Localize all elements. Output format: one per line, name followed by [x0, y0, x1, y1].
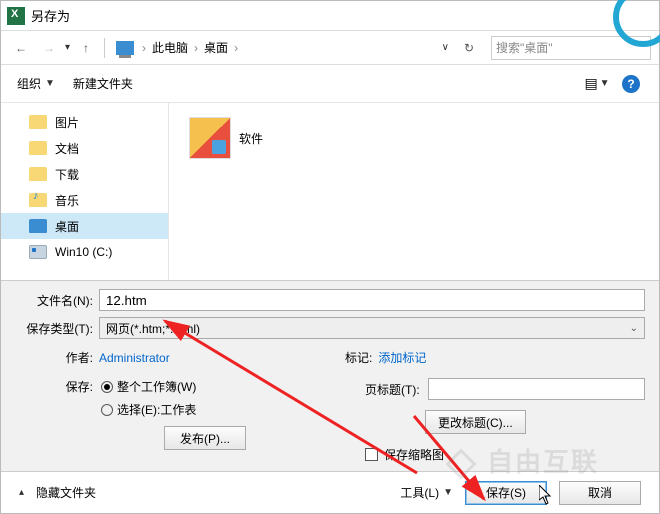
help-icon: ?	[622, 75, 640, 93]
tags-value[interactable]: 添加标记	[378, 349, 426, 366]
desktop-folder-icon	[29, 219, 47, 233]
file-item-label: 软件	[239, 130, 263, 147]
page-title-label: 页标题(T):	[365, 381, 420, 398]
breadcrumb-this-pc[interactable]: 此电脑	[148, 39, 192, 56]
search-placeholder: 搜索"桌面"	[496, 39, 553, 56]
filetype-label: 保存类型(T):	[15, 320, 93, 337]
sidebar-item-drive-c[interactable]: Win10 (C:)	[1, 239, 168, 265]
file-item-software[interactable]: 软件	[185, 113, 267, 163]
filename-label: 文件名(N):	[15, 292, 93, 309]
folder-icon	[29, 115, 47, 129]
checkbox-icon	[365, 448, 378, 461]
sidebar-item-downloads[interactable]: 下载	[1, 161, 168, 187]
save-button[interactable]: 保存(S)	[465, 481, 547, 505]
help-button[interactable]: ?	[619, 72, 643, 96]
view-options-button[interactable]: ▤ ▼	[585, 72, 609, 96]
chevron-right-icon: ›	[140, 41, 148, 55]
sidebar-item-label: Win10 (C:)	[55, 245, 112, 259]
filetype-value: 网页(*.htm;*.html)	[106, 320, 200, 337]
sidebar-item-music[interactable]: 音乐	[1, 187, 168, 213]
author-value[interactable]: Administrator	[99, 351, 170, 365]
nav-forward-button[interactable]: →	[37, 36, 61, 60]
filetype-dropdown[interactable]: 网页(*.htm;*.html) ⌄	[99, 317, 645, 339]
chevron-down-icon: ⌄	[630, 323, 638, 334]
file-list[interactable]: 软件	[169, 103, 659, 280]
sidebar: 图片 文档 下载 音乐 桌面 Win10 (C:)	[1, 103, 169, 280]
address-dropdown[interactable]: ∨	[442, 42, 449, 53]
excel-app-icon	[7, 7, 25, 25]
sidebar-item-pictures[interactable]: 图片	[1, 109, 168, 135]
save-scope-label: 保存:	[35, 378, 93, 395]
chevron-down-icon: ▼	[600, 78, 610, 89]
nav-bar: ← → ▾ ↑ › 此电脑 › 桌面 › ∨ ↻ 搜索"桌面"	[1, 31, 659, 65]
chevron-right-icon: ›	[192, 41, 200, 55]
organize-button[interactable]: 组织 ▼	[17, 75, 55, 92]
refresh-button[interactable]: ↻	[457, 36, 481, 60]
new-folder-button[interactable]: 新建文件夹	[73, 75, 133, 92]
sidebar-item-label: 桌面	[55, 218, 79, 235]
nav-up-button[interactable]: ↑	[74, 36, 98, 60]
body: 图片 文档 下载 音乐 桌面 Win10 (C:)	[1, 103, 659, 280]
metadata-row: 作者: Administrator 标记: 添加标记	[15, 349, 645, 366]
folder-icon	[29, 167, 47, 181]
toolbar: 组织 ▼ 新建文件夹 ▤ ▼ ?	[1, 65, 659, 103]
sidebar-item-label: 文档	[55, 140, 79, 157]
radio-icon	[101, 381, 113, 393]
page-title-input[interactable]	[428, 378, 645, 400]
separator	[104, 38, 105, 58]
chevron-right-icon: ›	[232, 41, 240, 55]
author-label: 作者:	[15, 349, 93, 366]
radio-selection-sheet[interactable]: 选择(E):工作表	[101, 401, 196, 418]
nav-back-button[interactable]: ←	[9, 36, 33, 60]
radio-entire-workbook[interactable]: 整个工作簿(W)	[101, 378, 196, 395]
pc-icon	[116, 41, 134, 55]
chevron-up-icon[interactable]: ▴	[19, 487, 24, 498]
disk-icon	[29, 245, 47, 259]
radio-icon	[101, 404, 113, 416]
filename-input[interactable]	[99, 289, 645, 311]
view-icon: ▤	[584, 75, 597, 92]
cancel-button[interactable]: 取消	[559, 481, 641, 505]
folder-icon	[29, 141, 47, 155]
tools-dropdown[interactable]: 工具(L) ▼	[400, 484, 453, 501]
mouse-cursor-icon	[539, 485, 553, 505]
tags-label: 标记:	[345, 349, 372, 366]
chevron-down-icon: ▼	[45, 78, 55, 89]
sidebar-item-label: 图片	[55, 114, 79, 131]
publish-button[interactable]: 发布(P)...	[164, 426, 246, 450]
change-title-button[interactable]: 更改标题(C)...	[425, 410, 526, 434]
watermark: 自由互联	[450, 442, 599, 479]
nav-recent-dropdown[interactable]: ▾	[65, 42, 70, 53]
sidebar-item-documents[interactable]: 文档	[1, 135, 168, 161]
sidebar-item-desktop[interactable]: 桌面	[1, 213, 168, 239]
sidebar-item-label: 下载	[55, 166, 79, 183]
window-title: 另存为	[31, 6, 70, 25]
folder-thumbnail-icon	[189, 117, 231, 159]
titlebar: 另存为	[1, 1, 659, 31]
address-bar[interactable]: › 此电脑 › 桌面 ›	[111, 36, 432, 59]
music-folder-icon	[29, 193, 47, 207]
chevron-down-icon: ▼	[443, 487, 453, 498]
hide-folders-button[interactable]: 隐藏文件夹	[36, 484, 96, 501]
sidebar-item-label: 音乐	[55, 192, 79, 209]
breadcrumb-desktop[interactable]: 桌面	[200, 39, 232, 56]
